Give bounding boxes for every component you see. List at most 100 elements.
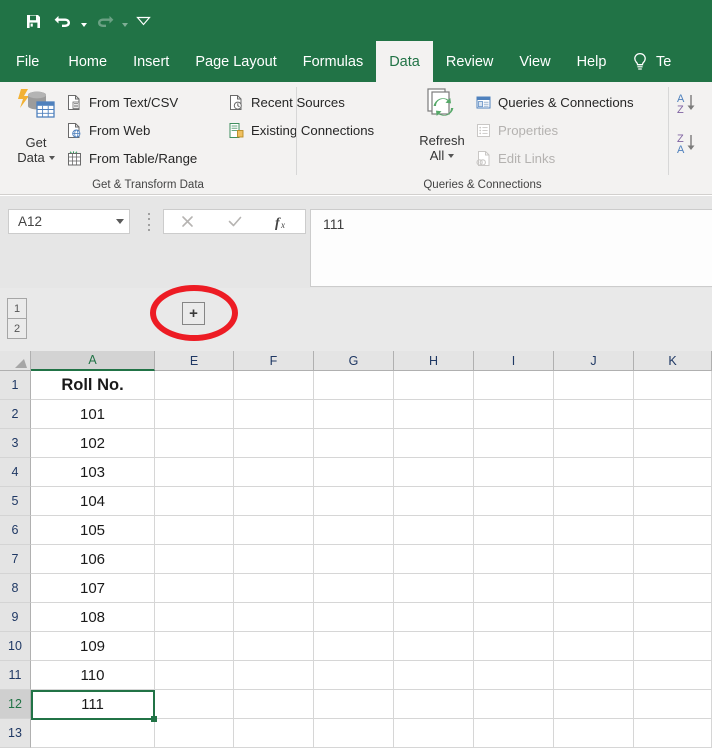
column-header-H[interactable]: H xyxy=(394,351,474,371)
cell-K7[interactable] xyxy=(634,545,712,574)
cell-A8[interactable]: 107 xyxy=(31,574,155,603)
cell-F3[interactable] xyxy=(234,429,314,458)
cell-I12[interactable] xyxy=(474,690,554,719)
row-header-6[interactable]: 6 xyxy=(0,516,31,545)
row-header-5[interactable]: 5 xyxy=(0,487,31,516)
column-header-K[interactable]: K xyxy=(634,351,712,371)
cell-G8[interactable] xyxy=(314,574,394,603)
cell-A2[interactable]: 101 xyxy=(31,400,155,429)
cell-I6[interactable] xyxy=(474,516,554,545)
cell-H13[interactable] xyxy=(394,719,474,748)
cell-E6[interactable] xyxy=(155,516,234,545)
cell-A4[interactable]: 103 xyxy=(31,458,155,487)
cell-G5[interactable] xyxy=(314,487,394,516)
row-header-7[interactable]: 7 xyxy=(0,545,31,574)
tab-help[interactable]: Help xyxy=(564,41,620,82)
cell-H7[interactable] xyxy=(394,545,474,574)
cell-K8[interactable] xyxy=(634,574,712,603)
cell-K2[interactable] xyxy=(634,400,712,429)
cell-J8[interactable] xyxy=(554,574,634,603)
cell-F7[interactable] xyxy=(234,545,314,574)
row-header-2[interactable]: 2 xyxy=(0,400,31,429)
cell-G3[interactable] xyxy=(314,429,394,458)
refresh-all-dropdown-icon[interactable] xyxy=(448,153,455,158)
cell-H10[interactable] xyxy=(394,632,474,661)
redo-icon[interactable] xyxy=(89,8,119,34)
tab-view[interactable]: View xyxy=(506,41,563,82)
insert-function-icon[interactable]: fx xyxy=(258,210,305,233)
cell-H9[interactable] xyxy=(394,603,474,632)
properties-button[interactable]: Properties xyxy=(475,118,558,143)
cell-J9[interactable] xyxy=(554,603,634,632)
outline-level-2-button[interactable]: 2 xyxy=(7,318,27,339)
from-text-csv-button[interactable]: From Text/CSV xyxy=(66,90,178,115)
undo-icon[interactable] xyxy=(48,8,78,34)
column-header-G[interactable]: G xyxy=(314,351,394,371)
cell-A7[interactable]: 106 xyxy=(31,545,155,574)
cell-K10[interactable] xyxy=(634,632,712,661)
cell-F11[interactable] xyxy=(234,661,314,690)
cell-F5[interactable] xyxy=(234,487,314,516)
cell-H2[interactable] xyxy=(394,400,474,429)
cell-G6[interactable] xyxy=(314,516,394,545)
cell-A12[interactable]: 111 xyxy=(31,690,155,719)
cell-K6[interactable] xyxy=(634,516,712,545)
get-data-button[interactable]: Get Data xyxy=(8,86,64,171)
outline-expand-button[interactable]: + xyxy=(182,302,205,325)
formula-input[interactable]: 111 xyxy=(310,209,712,287)
cell-G11[interactable] xyxy=(314,661,394,690)
cell-K13[interactable] xyxy=(634,719,712,748)
cell-F13[interactable] xyxy=(234,719,314,748)
column-header-F[interactable]: F xyxy=(234,351,314,371)
cell-E10[interactable] xyxy=(155,632,234,661)
cell-J11[interactable] xyxy=(554,661,634,690)
cell-E12[interactable] xyxy=(155,690,234,719)
cell-A1[interactable]: Roll No. xyxy=(31,371,155,400)
formula-bar-grip[interactable] xyxy=(145,213,153,231)
column-header-A[interactable]: A xyxy=(31,351,155,371)
cell-F1[interactable] xyxy=(234,371,314,400)
cell-K3[interactable] xyxy=(634,429,712,458)
tab-data[interactable]: Data xyxy=(376,41,433,82)
cell-I5[interactable] xyxy=(474,487,554,516)
column-header-E[interactable]: E xyxy=(155,351,234,371)
column-header-I[interactable]: I xyxy=(474,351,554,371)
cell-G2[interactable] xyxy=(314,400,394,429)
row-header-1[interactable]: 1 xyxy=(0,371,31,400)
cell-F6[interactable] xyxy=(234,516,314,545)
cell-H6[interactable] xyxy=(394,516,474,545)
cell-K9[interactable] xyxy=(634,603,712,632)
cell-G13[interactable] xyxy=(314,719,394,748)
cell-G10[interactable] xyxy=(314,632,394,661)
cell-E4[interactable] xyxy=(155,458,234,487)
refresh-all-button[interactable]: Refresh All xyxy=(410,86,474,171)
cell-A3[interactable]: 102 xyxy=(31,429,155,458)
cell-E5[interactable] xyxy=(155,487,234,516)
redo-dropdown-icon[interactable] xyxy=(119,8,130,34)
cell-K11[interactable] xyxy=(634,661,712,690)
cell-F8[interactable] xyxy=(234,574,314,603)
enter-icon[interactable] xyxy=(211,210,258,233)
column-header-J[interactable]: J xyxy=(554,351,634,371)
cell-J13[interactable] xyxy=(554,719,634,748)
cell-I7[interactable] xyxy=(474,545,554,574)
cell-I8[interactable] xyxy=(474,574,554,603)
cell-E9[interactable] xyxy=(155,603,234,632)
cell-I11[interactable] xyxy=(474,661,554,690)
cell-A13[interactable] xyxy=(31,719,155,748)
cell-A10[interactable]: 109 xyxy=(31,632,155,661)
row-header-9[interactable]: 9 xyxy=(0,603,31,632)
cell-G1[interactable] xyxy=(314,371,394,400)
edit-links-button[interactable]: Edit Links xyxy=(475,146,555,171)
from-table-range-button[interactable]: From Table/Range xyxy=(66,146,197,171)
row-header-3[interactable]: 3 xyxy=(0,429,31,458)
cell-H3[interactable] xyxy=(394,429,474,458)
cell-F12[interactable] xyxy=(234,690,314,719)
cell-J4[interactable] xyxy=(554,458,634,487)
cell-I3[interactable] xyxy=(474,429,554,458)
cell-H5[interactable] xyxy=(394,487,474,516)
cell-H1[interactable] xyxy=(394,371,474,400)
cell-I2[interactable] xyxy=(474,400,554,429)
row-header-10[interactable]: 10 xyxy=(0,632,31,661)
get-data-dropdown-icon[interactable] xyxy=(48,155,55,160)
